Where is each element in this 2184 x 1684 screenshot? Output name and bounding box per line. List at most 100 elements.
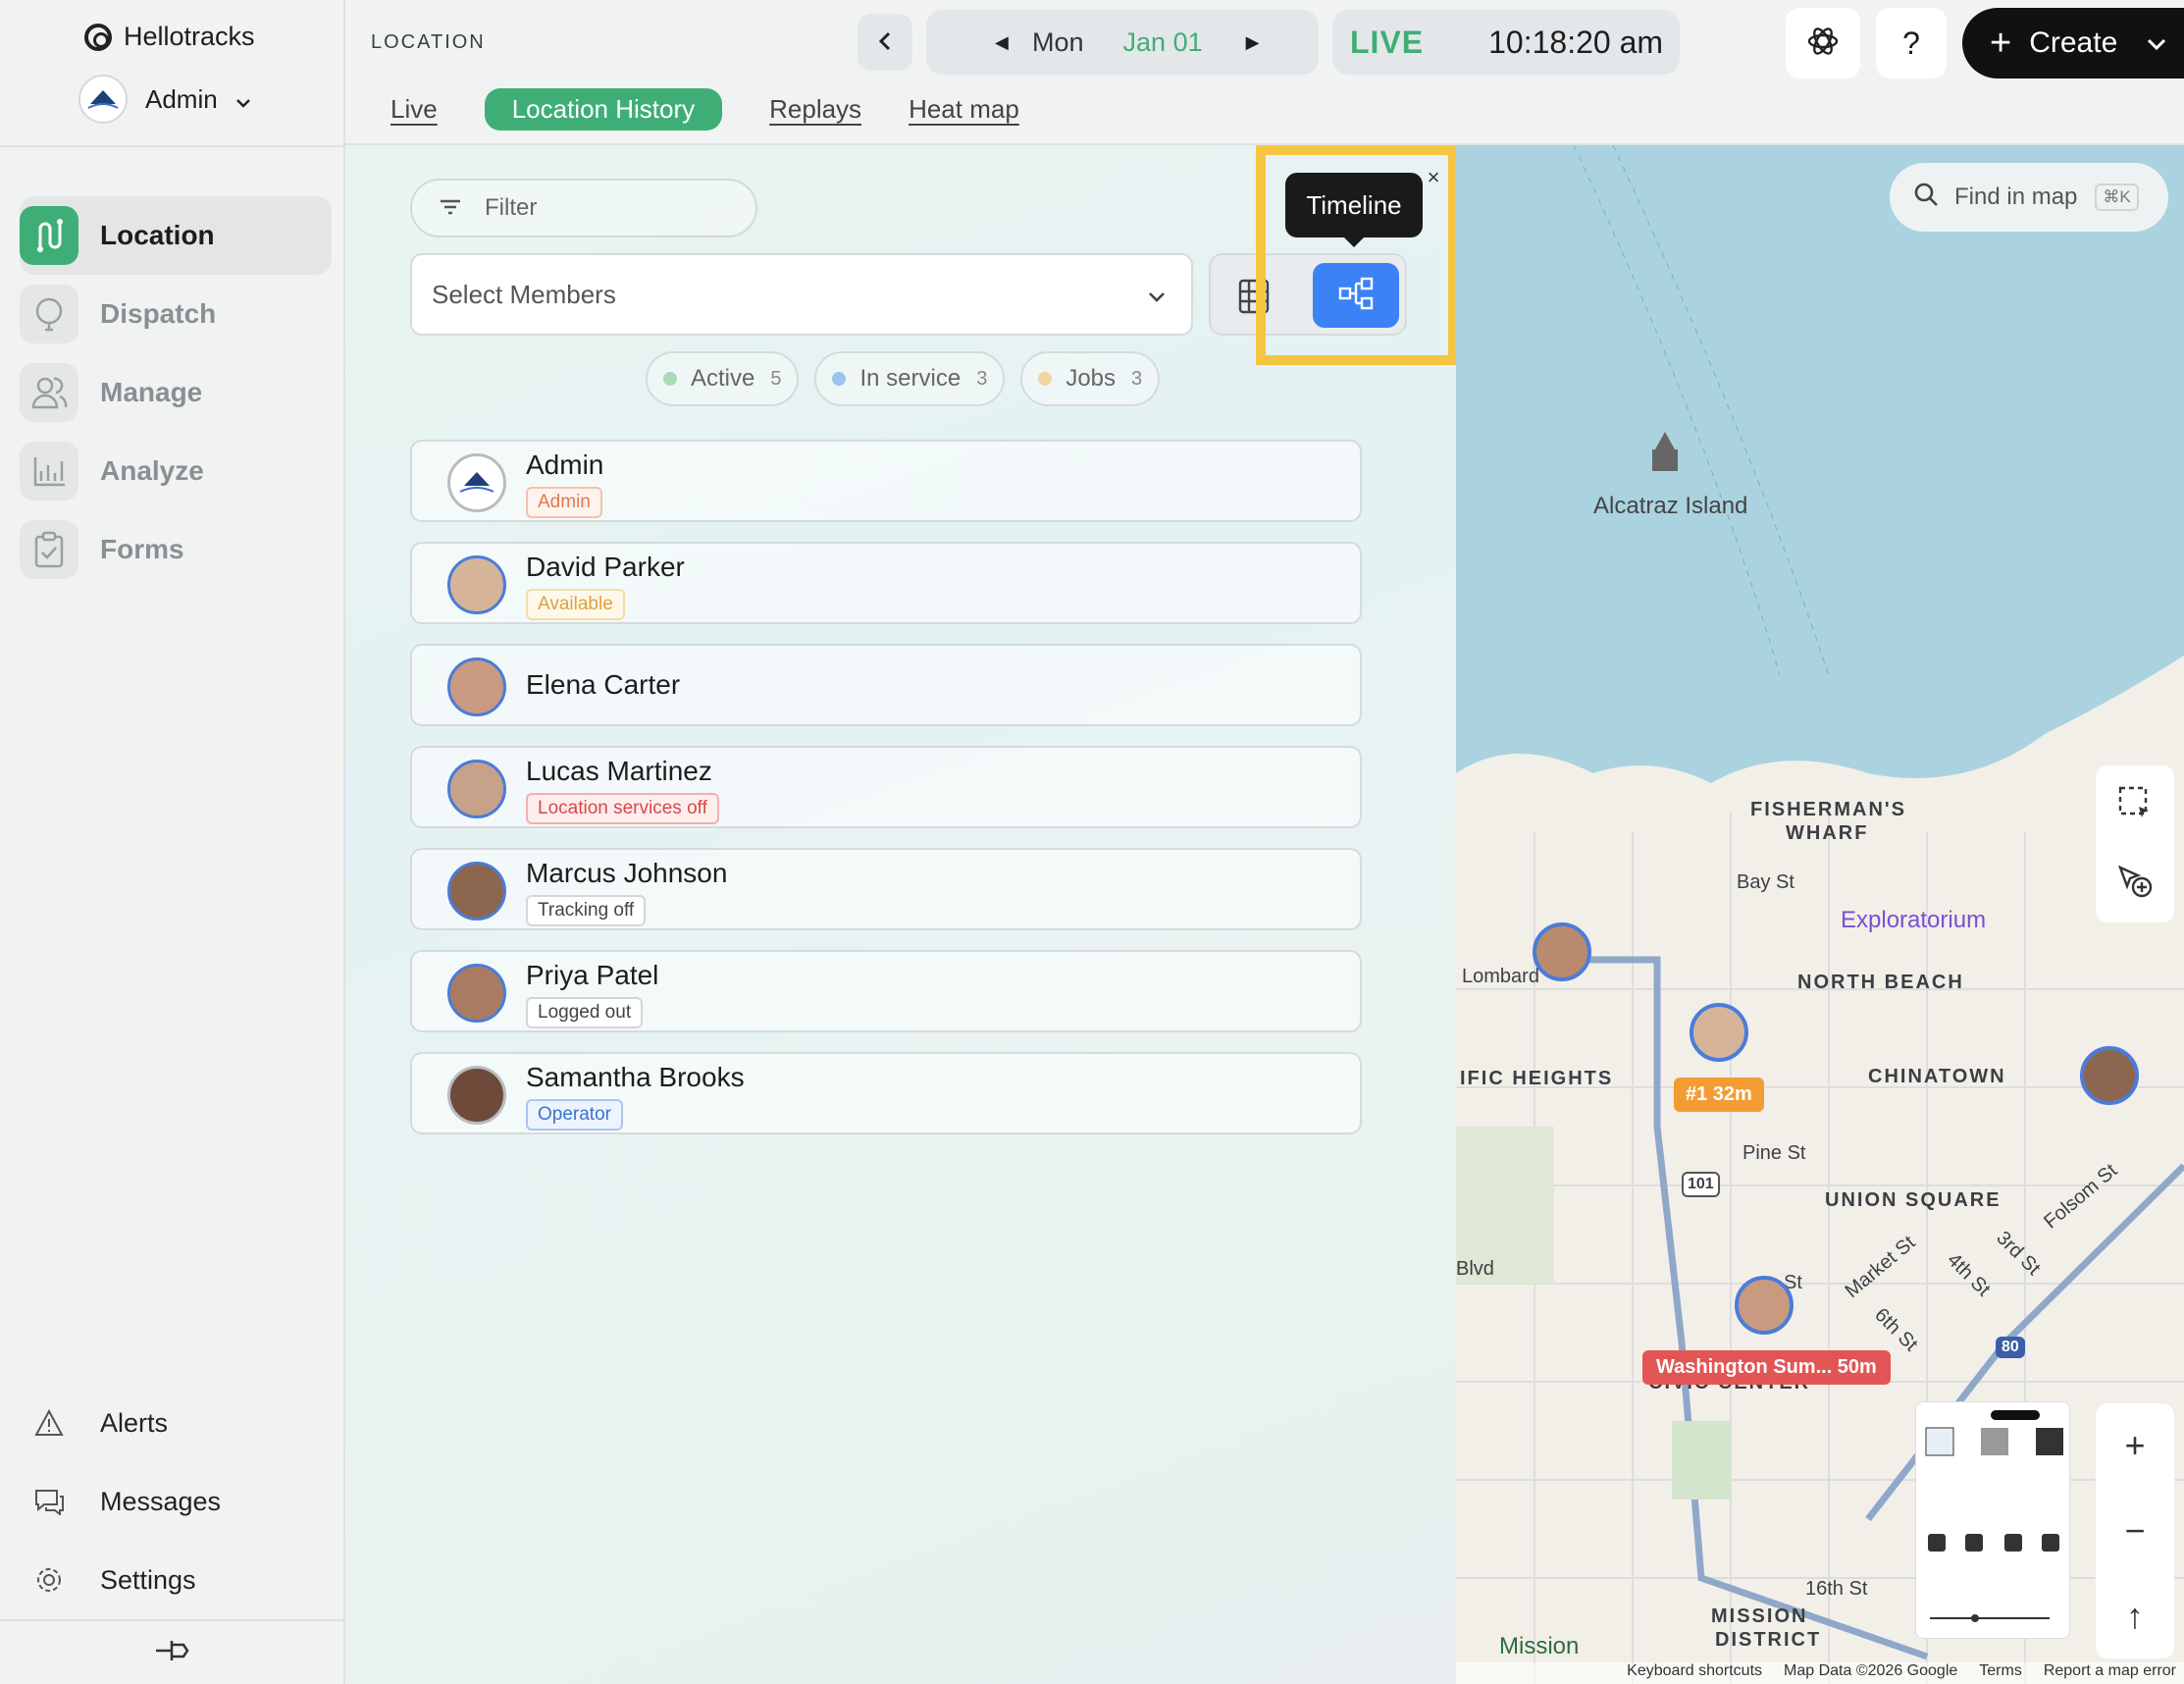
add-place-button[interactable]	[2096, 844, 2174, 922]
plus-icon: +	[1990, 22, 2012, 64]
sidebar-item-alerts[interactable]: Alerts	[29, 1384, 324, 1462]
select-area-button[interactable]	[2096, 765, 2174, 844]
gear-icon	[29, 1560, 69, 1600]
sidebar-item-dispatch[interactable]: Dispatch	[20, 275, 332, 353]
history-panel: Filter Select Members Timeline × Active …	[345, 145, 1458, 1684]
live-clock[interactable]: LIVE 10:18:20 am	[1332, 10, 1680, 75]
tab-heat-map[interactable]: Heat map	[909, 94, 1019, 125]
map-member-pin[interactable]	[1690, 1003, 1748, 1062]
ai-assistant-button[interactable]	[1786, 8, 1860, 79]
map-canvas	[1456, 145, 2184, 1684]
layers-thumbnail-icon	[1925, 1410, 2063, 1622]
select-members-dropdown[interactable]: Select Members	[410, 253, 1193, 336]
member-row[interactable]: Marcus Johnson Tracking off	[410, 848, 1362, 930]
keyboard-shortcuts-link[interactable]: Keyboard shortcuts	[1627, 1662, 1762, 1684]
map-layers-panel[interactable]	[1915, 1401, 2070, 1639]
avatar	[447, 862, 506, 921]
map-label-bay-st: Bay St	[1737, 871, 1794, 893]
openai-icon	[1806, 25, 1840, 63]
create-button[interactable]: + Create	[1962, 8, 2184, 79]
status-dot	[832, 372, 847, 386]
sidebar-item-location[interactable]: Location	[20, 196, 332, 275]
next-day-icon[interactable]: ▶	[1246, 32, 1260, 53]
clipboard-check-icon	[20, 520, 78, 579]
warning-icon	[29, 1403, 69, 1443]
terms-link[interactable]: Terms	[1979, 1662, 2022, 1684]
avatar	[447, 658, 506, 716]
zoom-out-button[interactable]: −	[2096, 1489, 2174, 1574]
status-badge: Location services off	[526, 793, 719, 824]
find-in-map-input[interactable]: Find in map ⌘K	[1890, 163, 2168, 232]
avatar	[447, 964, 506, 1023]
status-badge: Available	[526, 589, 625, 620]
chip-in-service[interactable]: In service 3	[814, 351, 1006, 406]
job-badge[interactable]: #1 32m	[1674, 1078, 1764, 1112]
pin-icon	[154, 1638, 191, 1668]
chevron-down-icon[interactable]	[2147, 30, 2166, 56]
previous-button[interactable]	[858, 14, 912, 71]
job-badge-late[interactable]: Washington Sum... 50m	[1642, 1350, 1891, 1385]
cursor-add-icon	[2116, 864, 2154, 904]
map-member-pin[interactable]	[1735, 1276, 1794, 1335]
zoom-in-button[interactable]: +	[2096, 1403, 2174, 1489]
timeline-tooltip: Timeline	[1285, 173, 1423, 247]
tab-location-history[interactable]: Location History	[484, 88, 723, 131]
member-name: Elena Carter	[526, 669, 681, 700]
current-time: 10:18:20 am	[1488, 24, 1664, 60]
member-name: Priya Patel	[526, 960, 659, 990]
sidebar-item-manage[interactable]: Manage	[20, 353, 332, 432]
prev-day-icon[interactable]: ◀	[995, 32, 1014, 53]
hellotracks-logo-icon	[84, 23, 112, 51]
map[interactable]: Alcatraz Island FISHERMAN'S WHARF Bay St…	[1456, 145, 2184, 1684]
tab-bar: Live Location History Replays Heat map	[390, 88, 1066, 131]
close-icon[interactable]: ×	[1421, 165, 1446, 190]
map-label-lombard: Lombard	[1462, 966, 1539, 987]
sidebar-item-messages[interactable]: Messages	[29, 1462, 324, 1541]
date-picker[interactable]: ◀ Mon Jan 01 ▶	[926, 10, 1319, 75]
tab-replays[interactable]: Replays	[769, 94, 861, 125]
chip-active[interactable]: Active 5	[646, 351, 800, 406]
chip-label: Jobs	[1066, 365, 1117, 392]
member-row[interactable]: Samantha Brooks Operator	[410, 1052, 1362, 1134]
brand[interactable]: Hellotracks	[84, 22, 255, 52]
member-row[interactable]: Priya Patel Logged out	[410, 950, 1362, 1032]
map-label-alcatraz: Alcatraz Island	[1593, 493, 1748, 519]
search-icon	[1913, 182, 1939, 214]
report-error-link[interactable]: Report a map error	[2044, 1662, 2176, 1684]
page-label: LOCATION	[371, 31, 486, 53]
sidebar-item-settings[interactable]: Settings	[29, 1541, 324, 1619]
help-button[interactable]: ?	[1876, 8, 1947, 79]
shortcut-badge: ⌘K	[2095, 184, 2139, 211]
map-label-fishermans-wharf-1: FISHERMAN'S	[1750, 799, 1906, 820]
map-label-fishermans-wharf-2: WHARF	[1786, 822, 1869, 844]
member-name: Marcus Johnson	[526, 858, 728, 888]
member-list: Admin Admin David Parker Available Elena…	[410, 440, 1362, 1154]
sidebar-item-forms[interactable]: Forms	[20, 510, 332, 589]
create-label: Create	[2029, 26, 2118, 59]
member-row[interactable]: David Parker Available	[410, 542, 1362, 624]
map-label-mission-district-1: MISSION	[1711, 1605, 1808, 1627]
map-label-chinatown: CHINATOWN	[1868, 1066, 2006, 1087]
member-row[interactable]: Lucas Martinez Location services off	[410, 746, 1362, 828]
sidebar-item-label: Forms	[100, 534, 184, 564]
map-tools	[2096, 765, 2174, 922]
date-day: Mon	[1032, 26, 1084, 57]
map-member-pin[interactable]	[2080, 1046, 2139, 1105]
tab-live[interactable]: Live	[390, 94, 438, 125]
topbar: LOCATION ◀ Mon Jan 01 ▶ LIVE 10:18:20 am…	[345, 0, 2184, 145]
map-label-blvd: Blvd	[1456, 1258, 1494, 1280]
select-area-icon	[2117, 785, 2153, 825]
member-row[interactable]: Elena Carter	[410, 644, 1362, 726]
sidebar-item-analyze[interactable]: Analyze	[20, 432, 332, 510]
status-badge: Logged out	[526, 997, 644, 1028]
date-value: Jan 01	[1122, 26, 1203, 57]
member-row[interactable]: Admin Admin	[410, 440, 1362, 522]
reset-bearing-button[interactable]: ↑	[2096, 1573, 2174, 1658]
map-member-pin[interactable]	[1533, 922, 1591, 981]
chip-count: 5	[770, 367, 782, 390]
chip-jobs[interactable]: Jobs 3	[1020, 351, 1161, 406]
map-label-hwy-101: 101	[1682, 1172, 1720, 1197]
account-switcher[interactable]: Admin	[78, 75, 251, 124]
filter-input[interactable]: Filter	[410, 179, 757, 237]
pin-sidebar-button[interactable]	[0, 1619, 345, 1684]
